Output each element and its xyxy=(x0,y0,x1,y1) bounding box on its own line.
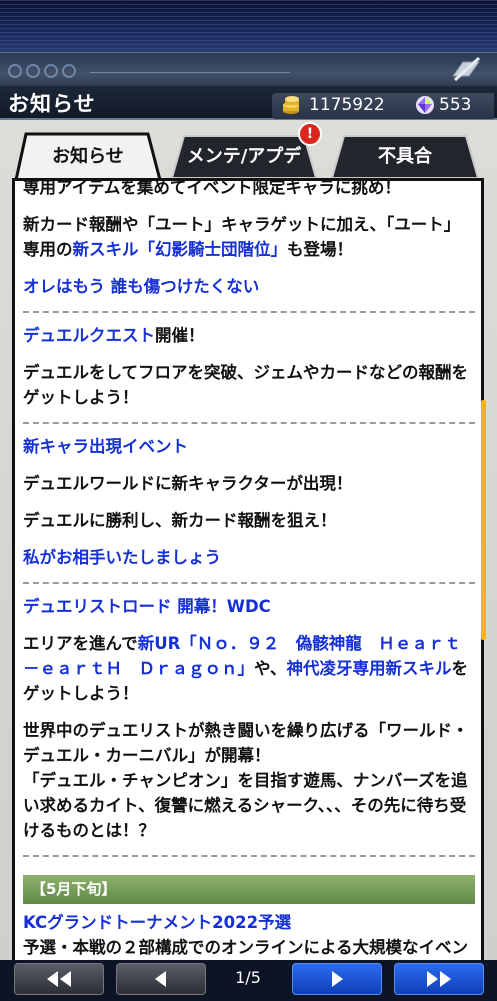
notice-text: デュエルワールドに新キャラクターが出現！ xyxy=(23,474,353,493)
double-chevron-right-icon xyxy=(427,971,451,987)
previous-page-button[interactable] xyxy=(116,963,206,995)
gold-coins-icon xyxy=(283,96,299,114)
double-chevron-left-icon xyxy=(47,971,71,987)
notice-link[interactable]: 私がお相手いたしましょう xyxy=(23,545,475,570)
duelist-road-link[interactable]: デュエリストロード 開幕！WDC xyxy=(23,594,475,619)
notice-content-frame[interactable]: 専用アイテムを集めてイベント限定キャラに挑め！ 新カード報酬や「ユート」キャラゲ… xyxy=(12,178,484,960)
notice-link[interactable]: オレはもう 誰も傷つけたくない xyxy=(23,274,475,299)
divider xyxy=(23,311,475,313)
notice-text: 専用アイテムを集めてイベント限定キャラに挑め！ xyxy=(23,178,401,197)
close-button[interactable] xyxy=(446,54,486,84)
decorative-line xyxy=(90,72,290,73)
notice-text: 世界中のデュエリストが熱き闘いを繰り広げる「ワールド・デュエル・カーニバル」が開… xyxy=(23,721,469,840)
chevron-right-icon xyxy=(332,971,343,987)
divider xyxy=(23,855,475,857)
last-page-button[interactable] xyxy=(394,963,484,995)
page-title: お知らせ xyxy=(8,92,96,116)
notice-text: エリアを進んで新UR「Ｎｏ．９２ 偽骸神龍 Ｈｅａｒｔ－ｅａｒｔＨ Ｄｒａｇｏｎ… xyxy=(23,634,469,703)
first-page-button[interactable] xyxy=(14,963,104,995)
page-indicator: 1/5 xyxy=(235,968,261,987)
divider xyxy=(23,422,475,424)
date-label: 【5月下旬】 xyxy=(23,875,475,904)
kc-tournament-link[interactable]: KCグランドトーナメント2022予選 xyxy=(23,910,475,935)
tab-maintenance[interactable]: メンテ/アプデ xyxy=(170,130,318,180)
next-page-button[interactable] xyxy=(292,963,382,995)
duel-quest-link[interactable]: デュエルクエスト xyxy=(23,326,155,345)
gold-count: 1175922 xyxy=(309,95,385,115)
notice-text: デュエルをしてフロアを突破、ジェムやカードなどの報酬をゲットしよう！ xyxy=(23,363,469,407)
gem-count: 553 xyxy=(439,95,472,115)
top-decoration xyxy=(0,0,497,60)
skill-link[interactable]: 新スキル「幻影騎士団階位」 xyxy=(73,240,288,259)
notice-text: 予選・本戦の２部構成でのオンラインによる大規模なイベント開催！ xyxy=(23,938,469,957)
notice-list: 専用アイテムを集めてイベント限定キャラに挑め！ 新カード報酬や「ユート」キャラゲ… xyxy=(23,178,475,960)
tab-bugs-label: 不具合 xyxy=(378,146,432,167)
close-slash-icon xyxy=(452,56,481,82)
tab-maintenance-label: メンテ/アプデ xyxy=(186,146,302,167)
maintenance-alert-badge: ! xyxy=(298,122,322,146)
notice-text: 新カード報酬や「ユート」キャラゲットに加え、「ユート」専用の新スキル「幻影騎士団… xyxy=(23,215,461,259)
chevron-left-icon xyxy=(155,971,166,987)
section-heading: デュエルクエスト開催！ xyxy=(23,326,205,345)
tab-notices-label: お知らせ xyxy=(52,146,124,167)
notice-text: デュエルに勝利し、新カード報酬を狙え！ xyxy=(23,511,337,530)
scrollbar-thumb[interactable] xyxy=(481,400,486,640)
divider xyxy=(23,582,475,584)
gem-icon xyxy=(416,96,434,114)
tab-bugs[interactable]: 不具合 xyxy=(330,130,480,180)
tab-notices[interactable]: お知らせ xyxy=(14,130,162,180)
new-skill-link[interactable]: 神代凌牙専用新スキル xyxy=(287,659,452,678)
decorative-circles xyxy=(8,64,76,78)
new-character-event-link[interactable]: 新キャラ出現イベント xyxy=(23,434,475,459)
